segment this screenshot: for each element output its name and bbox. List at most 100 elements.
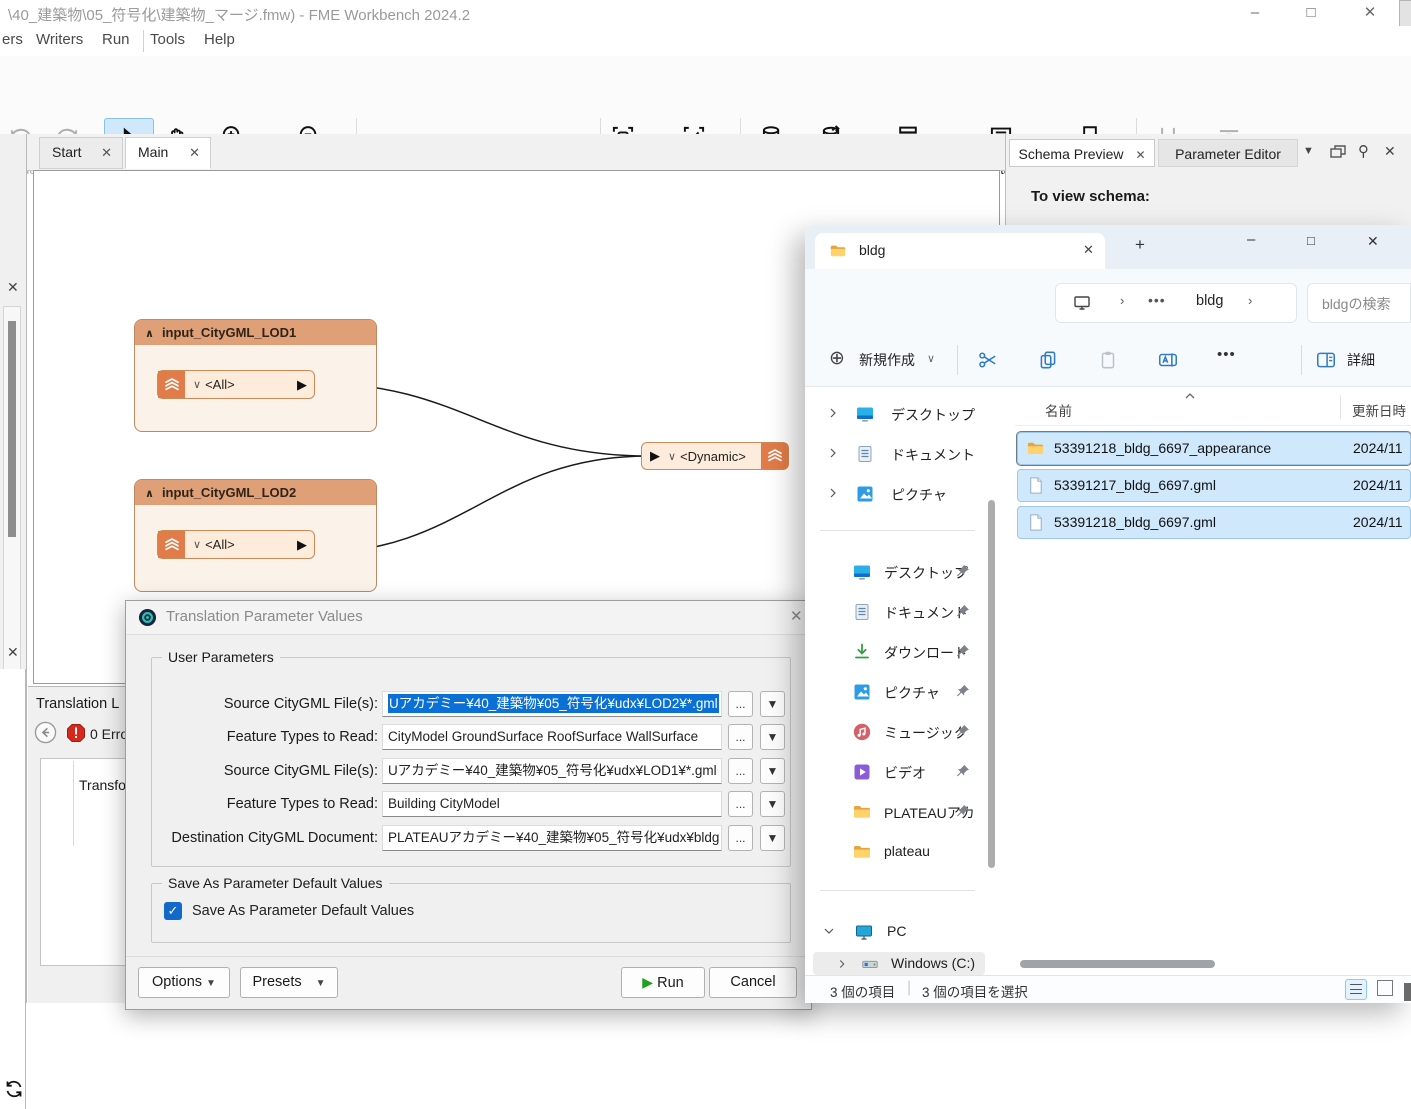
chevron-right-icon[interactable]: [825, 485, 841, 501]
left-scrollbar-thumb[interactable]: [8, 321, 16, 537]
panel-float-icon[interactable]: [1328, 142, 1348, 162]
horizontal-scrollbar-thumb[interactable]: [1020, 960, 1215, 968]
reader-node-lod2[interactable]: ∧ input_CityGML_LOD2 ∨ <All> ▶: [134, 479, 377, 592]
sidebar-item-videos-pinned[interactable]: ビデオ: [805, 752, 985, 792]
dialog-close-icon[interactable]: ✕: [790, 607, 803, 625]
fme-close-button[interactable]: ✕: [1355, 2, 1385, 24]
panel-dropdown-icon[interactable]: ▼: [1303, 145, 1314, 157]
new-item-button[interactable]: 新規作成: [859, 350, 915, 370]
sidebar-item-plateau[interactable]: plateau: [805, 832, 985, 872]
collapse-icon[interactable]: ∧: [145, 488, 154, 500]
tab-main-close-icon[interactable]: ✕: [189, 145, 200, 161]
menu-tools[interactable]: Tools: [150, 31, 185, 48]
param-input-source-lod2[interactable]: Uアカデミー¥40_建築物¥05_符号化¥udx¥LOD2¥*.gml: [382, 691, 722, 717]
rename-icon[interactable]: [1157, 349, 1179, 371]
node-port-all[interactable]: ∨ <All> ▶: [157, 370, 315, 399]
chevron-right-icon[interactable]: [835, 957, 849, 971]
save-defaults-checkbox[interactable]: ✓: [164, 902, 182, 920]
fme-maximize-button[interactable]: □: [1296, 2, 1326, 24]
output-arrow-icon[interactable]: ▶: [297, 377, 307, 393]
sidebar-item-pictures-pinned[interactable]: ピクチャ: [805, 672, 985, 712]
node-port-all[interactable]: ∨ <All> ▶: [157, 530, 315, 559]
tab-parameter-editor[interactable]: Parameter Editor: [1158, 139, 1298, 167]
tab-start-close-icon[interactable]: ✕: [101, 145, 112, 161]
explorer-close-button[interactable]: ✕: [1367, 233, 1379, 250]
browse-button[interactable]: ...: [728, 791, 753, 817]
dropdown-button[interactable]: ▼: [760, 758, 785, 784]
browse-button[interactable]: ...: [728, 825, 753, 851]
dialog-title-bar[interactable]: Translation Parameter Values ✕: [126, 601, 811, 635]
options-button[interactable]: Options ▼: [138, 967, 230, 998]
file-row-gml-2[interactable]: 53391218_bldg_6697.gml 2024/11: [1017, 506, 1411, 539]
chevron-down-icon[interactable]: [821, 923, 837, 939]
param-input-destination[interactable]: PLATEAUアカデミー¥40_建築物¥05_符号化¥udx¥bldg: [382, 825, 722, 851]
browse-button[interactable]: ...: [728, 691, 753, 717]
explorer-tab-bldg[interactable]: bldg ✕: [815, 233, 1105, 269]
panel-close-icon[interactable]: ✕: [1384, 143, 1396, 160]
more-options-icon[interactable]: •••: [1217, 346, 1236, 363]
sidebar-scrollbar-thumb[interactable]: [988, 500, 995, 868]
details-pane-icon[interactable]: [1315, 349, 1337, 371]
fme-minimize-button[interactable]: –: [1240, 2, 1270, 24]
explorer-maximize-button[interactable]: □: [1307, 233, 1315, 248]
breadcrumb-chevron-icon[interactable]: ›: [1248, 293, 1252, 308]
sidebar-item-downloads-pinned[interactable]: ダウンロード: [805, 632, 985, 672]
sidebar-item-documents-tree[interactable]: ドキュメント: [805, 434, 985, 474]
sidebar-item-music-pinned[interactable]: ミュージック: [805, 712, 985, 752]
presets-button[interactable]: Presets ▼: [240, 967, 338, 998]
menu-writers[interactable]: Writers: [36, 31, 83, 48]
large-icons-view-toggle[interactable]: [1377, 980, 1393, 996]
column-header-name[interactable]: 名前: [1045, 400, 1072, 420]
sidebar-item-windows-c[interactable]: Windows (C:): [813, 952, 985, 975]
dropdown-button[interactable]: ▼: [760, 724, 785, 750]
run-button[interactable]: ▶ Run: [621, 967, 705, 998]
browse-button[interactable]: ...: [728, 724, 753, 750]
log-back-icon[interactable]: [34, 721, 57, 744]
dropdown-button[interactable]: ▼: [760, 791, 785, 817]
copy-icon[interactable]: [1037, 349, 1059, 371]
sidebar-item-pictures-tree[interactable]: ピクチャ: [805, 474, 985, 514]
dropdown-button[interactable]: ▼: [760, 691, 785, 717]
param-input-featuretypes-lod2[interactable]: CityModel GroundSurface RoofSurface Wall…: [382, 724, 722, 750]
explorer-minimize-button[interactable]: –: [1247, 231, 1255, 248]
breadcrumb-chevron-icon[interactable]: ›: [1120, 293, 1124, 308]
output-arrow-icon[interactable]: ▶: [297, 537, 307, 553]
tab-start[interactable]: Start ✕: [39, 137, 123, 169]
collapse-icon[interactable]: ∧: [145, 328, 154, 340]
reader-node-lod1[interactable]: ∧ input_CityGML_LOD1 ∨ <All> ▶: [134, 319, 377, 432]
chevron-right-icon[interactable]: [825, 445, 841, 461]
sidebar-item-desktop-pinned[interactable]: デスクトップ: [805, 552, 985, 592]
writer-port-dynamic[interactable]: ▶ ∨ <Dynamic>: [641, 442, 789, 470]
menu-readers-clipped[interactable]: ers: [2, 31, 23, 48]
breadcrumb-folder[interactable]: bldg: [1196, 293, 1223, 309]
search-box[interactable]: bldgの検索: [1307, 283, 1411, 323]
left-vertical-scrollbar[interactable]: [3, 306, 21, 730]
file-row-gml-1[interactable]: 53391217_bldg_6697.gml 2024/11: [1017, 469, 1411, 502]
refresh-log-icon[interactable]: [3, 1078, 25, 1100]
cut-icon[interactable]: [977, 349, 999, 371]
left-panel2-close-icon[interactable]: ✕: [7, 644, 19, 661]
menu-run[interactable]: Run: [102, 31, 130, 48]
list-view-toggle[interactable]: [1345, 979, 1367, 1000]
details-pane-button[interactable]: 詳細: [1347, 350, 1375, 370]
dropdown-button[interactable]: ▼: [760, 825, 785, 851]
param-input-source-lod1[interactable]: Uアカデミー¥40_建築物¥05_符号化¥udx¥LOD1¥*.gml: [382, 758, 722, 784]
column-header-date[interactable]: 更新日時: [1352, 400, 1411, 420]
tab-main[interactable]: Main ✕: [125, 137, 211, 169]
tab-close-icon[interactable]: ✕: [1083, 242, 1094, 258]
browse-button[interactable]: ...: [728, 758, 753, 784]
panel-pin-icon[interactable]: ⚲: [1358, 142, 1369, 160]
param-input-featuretypes-lod1[interactable]: Building CityModel: [382, 791, 722, 817]
new-tab-button[interactable]: +: [1135, 235, 1145, 255]
cancel-button[interactable]: Cancel: [709, 967, 797, 998]
sidebar-item-desktop-tree[interactable]: デスクトップ: [805, 394, 985, 434]
menu-help[interactable]: Help: [204, 31, 235, 48]
address-bar[interactable]: › ••• bldg ›: [1055, 283, 1297, 323]
tab-schema-preview[interactable]: Schema Preview ✕: [1009, 139, 1155, 167]
file-row-appearance-folder[interactable]: 53391218_bldg_6697_appearance 2024/11: [1016, 431, 1411, 466]
paste-icon[interactable]: [1097, 349, 1119, 371]
left-panel-close-icon[interactable]: ✕: [7, 279, 19, 296]
schema-preview-close-icon[interactable]: ✕: [1135, 148, 1145, 162]
sidebar-item-pc[interactable]: PC: [805, 912, 985, 952]
sidebar-item-plateau-academy-pinned[interactable]: PLATEAUアカ: [805, 792, 985, 832]
